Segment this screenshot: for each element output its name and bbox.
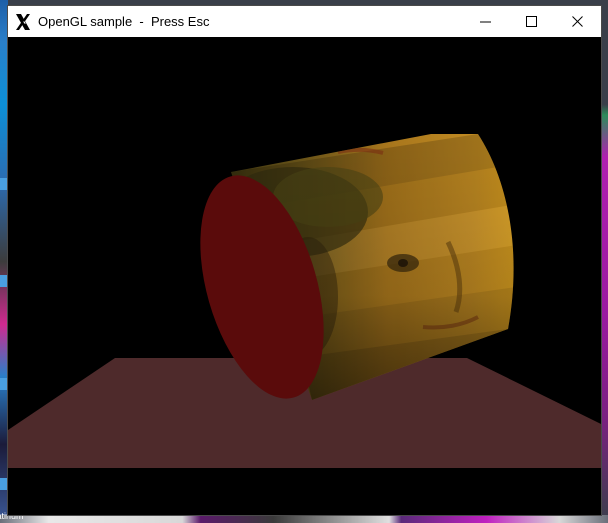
rendered-3d-scene [8, 134, 601, 468]
desktop-shortcut-icon[interactable] [0, 378, 8, 390]
close-button[interactable] [555, 6, 601, 37]
opengl-viewport[interactable] [8, 37, 601, 515]
desktop-shortcut-icon[interactable] [0, 178, 8, 190]
x-window-system-icon [14, 13, 32, 31]
desktop-left-strip [0, 0, 8, 523]
maximize-button[interactable] [509, 6, 555, 37]
desktop-right-strip [601, 0, 608, 523]
window-titlebar[interactable]: OpenGL sample - Press Esc [8, 6, 601, 37]
desktop-bottom-strip [0, 515, 608, 523]
opengl-window[interactable]: OpenGL sample - Press Esc [8, 6, 601, 515]
maximize-icon [526, 16, 537, 27]
window-title: OpenGL sample - Press Esc [38, 14, 210, 29]
minimize-button[interactable] [463, 6, 509, 37]
minimize-icon [480, 21, 491, 23]
desktop-shortcut-icon[interactable] [0, 478, 8, 490]
desktop-shortcut-icon[interactable] [0, 275, 8, 287]
close-icon [572, 16, 583, 27]
